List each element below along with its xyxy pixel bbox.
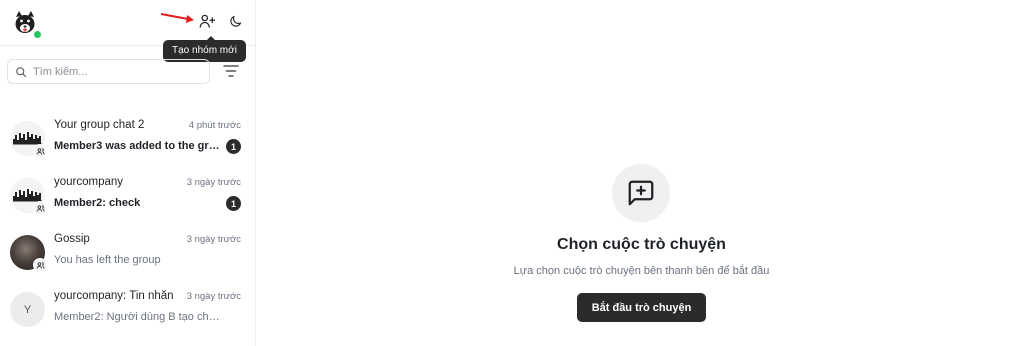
empty-state-icon-wrap — [612, 164, 670, 222]
conversation-avatar — [10, 121, 47, 158]
conversation-item[interactable]: yourcompany 3 ngày trước Member2: check … — [0, 168, 255, 224]
conversation-item[interactable]: Y yourcompany: Tin nhắn 3 ngày trước Mem… — [0, 282, 255, 338]
conversation-avatar — [10, 235, 47, 272]
conversation-name: Gossip — [54, 233, 90, 245]
group-badge — [33, 144, 47, 158]
annotation-arrow — [160, 13, 194, 23]
conversation-item[interactable]: Gossip 3 ngày trước You has left the gro… — [0, 225, 255, 281]
conversation-time: 4 phút trước — [188, 120, 241, 131]
search-input[interactable] — [33, 65, 203, 78]
empty-state-subtitle: Lựa chọn cuộc trò chuyện bên thanh bên đ… — [513, 265, 770, 277]
filter-button[interactable] — [221, 61, 241, 81]
user-plus-icon — [199, 14, 216, 28]
search-box[interactable] — [7, 59, 210, 84]
filter-icon — [223, 65, 239, 77]
conversation-sidebar: Tạo nhóm mới Your group chat 2 4 phút — [0, 0, 256, 346]
conversation-avatar: Y — [10, 292, 45, 327]
conversation-preview: Member2: check — [54, 197, 141, 209]
conversation-preview: Member2: Người dùng B tạo chat mới — [54, 311, 220, 323]
conversation-name: yourcompany — [54, 176, 124, 188]
group-badge — [33, 201, 47, 215]
message-plus-icon — [628, 180, 654, 206]
conversation-name: yourcompany: Tin nhắn — [54, 290, 174, 302]
users-icon — [36, 204, 45, 212]
conversation-avatar — [10, 178, 47, 215]
new-group-button[interactable] — [196, 10, 218, 32]
conversation-time: 3 ngày trước — [186, 234, 241, 245]
conversation-time: 3 ngày trước — [186, 177, 241, 188]
user-avatar[interactable] — [10, 8, 42, 39]
conversation-item[interactable]: Your group chat 2 4 phút trước Member3 w… — [0, 111, 255, 167]
theme-toggle-button[interactable] — [224, 10, 246, 32]
moon-icon — [229, 15, 241, 27]
empty-state-title: Chọn cuộc trò chuyện — [557, 236, 726, 253]
conversation-preview: You has left the group — [54, 254, 161, 266]
conversation-preview: Member3 was added to the group — [54, 140, 220, 152]
start-chat-button[interactable]: Bắt đầu trò chuyện — [577, 293, 706, 322]
unread-count-badge: 1 — [226, 139, 241, 154]
conversation-name: Your group chat 2 — [54, 119, 145, 131]
group-badge — [33, 258, 47, 272]
search-icon — [16, 66, 27, 77]
users-icon — [36, 261, 45, 269]
conversation-time: 3 ngày trước — [186, 291, 241, 302]
users-icon — [36, 147, 45, 155]
online-status-dot — [33, 30, 42, 39]
unread-count-badge: 1 — [226, 196, 241, 211]
